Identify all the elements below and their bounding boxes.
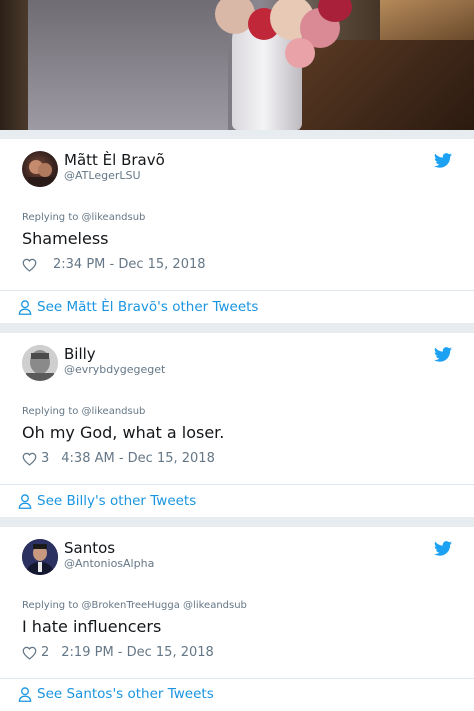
see-other-tweets-bar: See Billy's other Tweets [0,485,474,517]
person-icon [18,493,32,509]
replying-to[interactable]: Replying to @BrokenTreeHugga @likeandsub [22,600,247,611]
avatar[interactable] [22,151,58,187]
person-icon [18,686,32,702]
avatar[interactable] [22,345,58,381]
heart-icon[interactable] [22,646,37,660]
photo-table [300,40,474,130]
see-other-tweets-label[interactable]: See Santos's other Tweets [37,686,214,702]
photo-wall [28,0,228,130]
tweet-meta: 2 2:19 PM - Dec 15, 2018 [22,645,214,660]
embedded-photo [0,0,474,130]
author-name[interactable]: Billy [64,345,96,363]
tweet-screenshot-page: Mãtt Èl Bravõ @ATLegerLSU Replying to @l… [0,0,474,711]
heart-icon[interactable] [22,452,37,466]
author-name[interactable]: Mãtt Èl Bravõ [64,151,165,169]
avatar[interactable] [22,539,58,575]
heart-icon[interactable] [22,258,37,272]
tweet-meta: 2:34 PM - Dec 15, 2018 [22,257,206,272]
like-count: 3 [41,451,50,466]
see-other-tweets-label[interactable]: See Mãtt Èl Bravõ's other Tweets [37,299,258,315]
see-other-tweets-link[interactable]: See Mãtt Èl Bravõ's other Tweets [18,299,258,315]
author-name[interactable]: Santos [64,539,115,557]
tweet-timestamp[interactable]: 2:19 PM - Dec 15, 2018 [61,645,214,660]
twitter-bird-icon[interactable] [434,347,452,362]
see-other-tweets-bar: See Santos's other Tweets [0,679,474,711]
tweet-card[interactable]: Santos @AntoniosAlpha Replying to @Broke… [0,527,474,679]
photo-shine [380,0,474,40]
photo-frame [0,0,28,130]
tweet-timestamp[interactable]: 4:38 AM - Dec 15, 2018 [61,451,215,466]
tweet-card[interactable]: Billy @evrybdygegeget Replying to @likea… [0,333,474,485]
replying-to[interactable]: Replying to @likeandsub [22,212,145,223]
twitter-bird-icon[interactable] [434,153,452,168]
tweet-text: I hate influencers [22,617,162,636]
tweet-text: Oh my God, what a loser. [22,423,225,442]
see-other-tweets-label[interactable]: See Billy's other Tweets [37,493,196,509]
tweet-card[interactable]: Mãtt Èl Bravõ @ATLegerLSU Replying to @l… [0,139,474,291]
photo-flower [285,38,315,68]
replying-to[interactable]: Replying to @likeandsub [22,406,145,417]
see-other-tweets-bar: See Mãtt Èl Bravõ's other Tweets [0,291,474,323]
author-handle[interactable]: @AntoniosAlpha [64,557,154,570]
tweet-text: Shameless [22,229,109,248]
twitter-bird-icon[interactable] [434,541,452,556]
person-icon [18,299,32,315]
tweet-meta: 3 4:38 AM - Dec 15, 2018 [22,451,215,466]
author-handle[interactable]: @ATLegerLSU [64,169,141,182]
see-other-tweets-link[interactable]: See Billy's other Tweets [18,493,196,509]
like-count: 2 [41,645,50,660]
tweet-timestamp[interactable]: 2:34 PM - Dec 15, 2018 [53,257,206,272]
see-other-tweets-link[interactable]: See Santos's other Tweets [18,686,214,702]
author-handle[interactable]: @evrybdygegeget [64,363,165,376]
